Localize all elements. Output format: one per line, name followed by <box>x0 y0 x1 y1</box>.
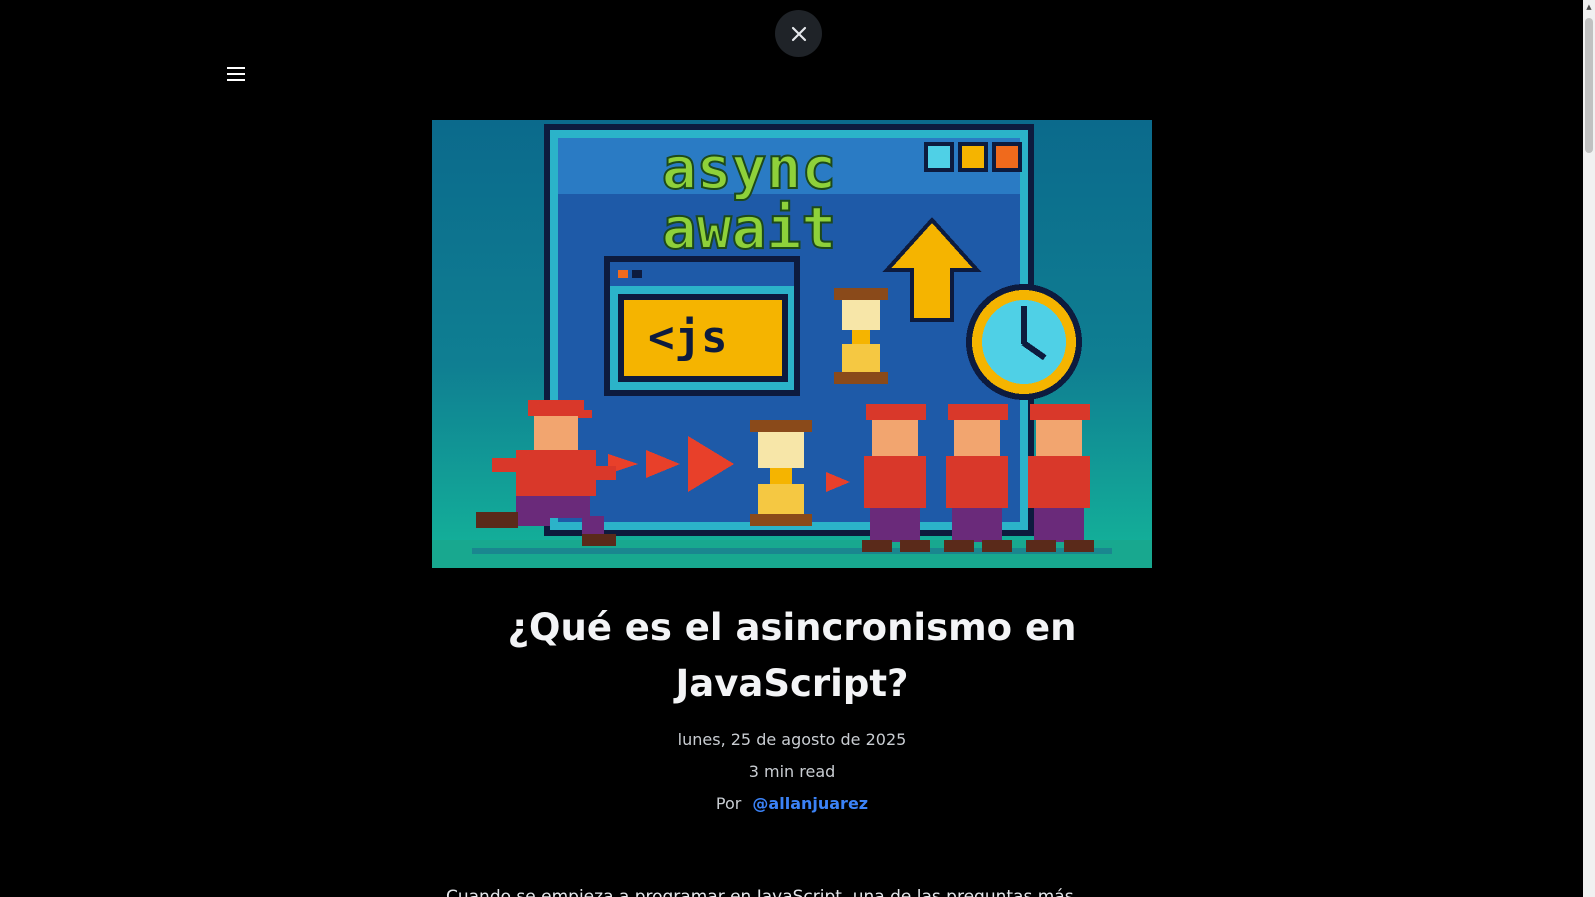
article-title: ¿Qué es el asincronismo en JavaScript? <box>507 606 1077 705</box>
hero-code-text: <js <box>648 312 727 363</box>
hamburger-menu-icon <box>227 67 245 81</box>
clock-icon <box>966 284 1082 400</box>
close-button[interactable] <box>775 10 822 57</box>
article-read-time: 3 min read <box>748 762 836 781</box>
hero-text-async: async <box>662 134 837 202</box>
article-page: async await <js ¿Qué es el asincronismo … <box>0 0 1595 897</box>
author-link[interactable]: @allanjuarez <box>752 794 868 813</box>
scrollbar-thumb[interactable] <box>1585 18 1593 153</box>
hero-text-await: await <box>662 194 837 262</box>
hero-image: async await <js <box>432 120 1152 568</box>
vertical-scrollbar[interactable]: ▲ <box>1583 0 1595 897</box>
article-date: lunes, 25 de agosto de 2025 <box>677 730 907 749</box>
article-body-preview: Cuando se empieza a programar en JavaScr… <box>446 887 1074 897</box>
author-prefix: Por <box>715 794 742 813</box>
scroll-up-arrow-icon[interactable]: ▲ <box>1583 0 1595 14</box>
menu-button[interactable] <box>222 62 250 86</box>
close-icon <box>791 26 806 41</box>
article-author: Por @allanjuarez <box>432 793 1152 815</box>
